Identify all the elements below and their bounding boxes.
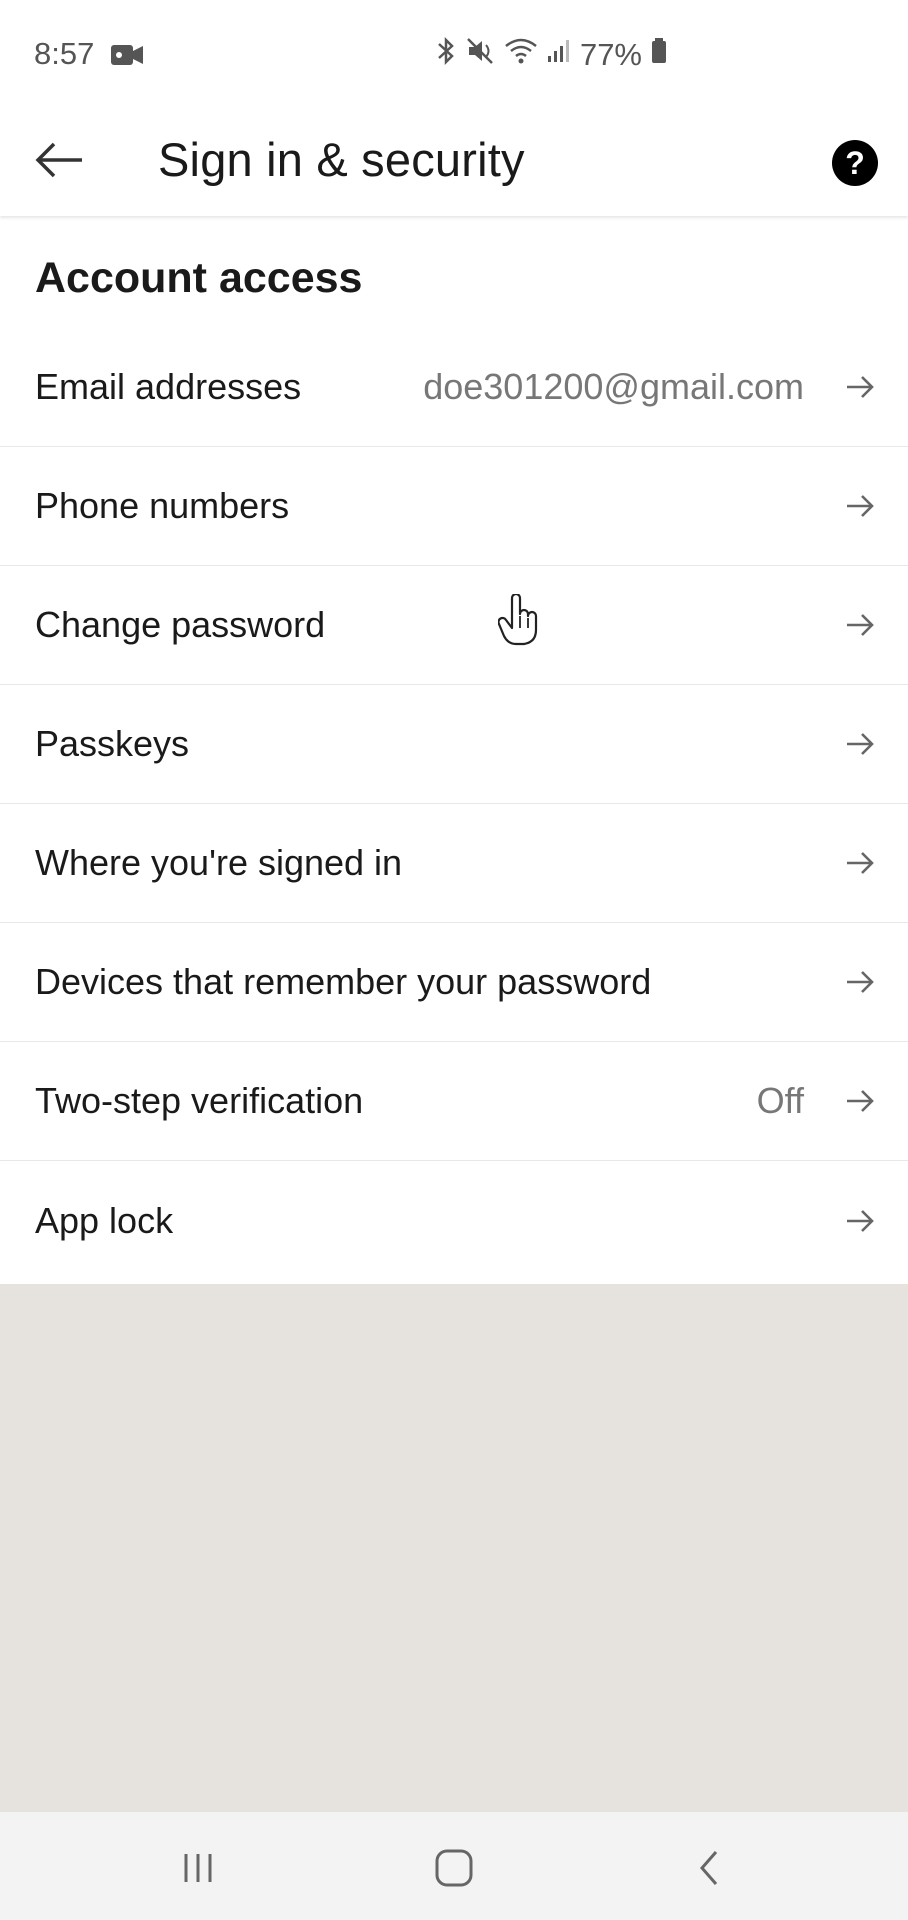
row-label: Change password	[35, 604, 326, 645]
video-record-icon	[110, 42, 144, 73]
arrow-right-icon	[847, 733, 874, 755]
arrow-right-icon	[847, 495, 874, 517]
row-app-lock[interactable]: App lock	[0, 1161, 908, 1280]
signal-icon	[546, 36, 572, 74]
status-time: 8:57	[34, 36, 95, 71]
help-icon: ?	[845, 144, 865, 181]
home-button[interactable]	[424, 1840, 484, 1896]
row-change-password[interactable]: Change password	[0, 566, 908, 685]
arrow-left-icon	[34, 140, 86, 185]
bluetooth-icon	[434, 36, 458, 74]
account-access-section: Account access Email addresses doe301200…	[0, 216, 908, 1284]
row-label: App lock	[35, 1199, 174, 1241]
row-value: Off	[756, 1080, 804, 1121]
battery-percentage: 77%	[579, 37, 642, 72]
row-passkeys[interactable]: Passkeys	[0, 685, 908, 804]
status-icons: 77%	[434, 36, 668, 74]
arrow-right-icon	[847, 614, 874, 636]
section-heading: Account access	[35, 254, 363, 302]
row-label: Email addresses	[35, 366, 302, 407]
page-title: Sign in & security	[158, 133, 525, 186]
row-where-signed-in[interactable]: Where you're signed in	[0, 804, 908, 923]
recent-apps-button[interactable]	[168, 1840, 228, 1896]
row-label: Where you're signed in	[35, 842, 403, 883]
battery-icon	[650, 36, 668, 74]
home-icon	[435, 1849, 473, 1887]
system-back-button[interactable]	[680, 1840, 740, 1896]
row-value: doe301200@gmail.com	[423, 366, 804, 407]
row-phone-numbers[interactable]: Phone numbers	[0, 447, 908, 566]
arrow-right-icon	[847, 1090, 874, 1112]
wifi-icon	[504, 36, 538, 74]
hand-cursor-icon	[497, 592, 542, 651]
back-icon	[700, 1851, 718, 1885]
back-button[interactable]	[28, 132, 92, 192]
row-two-step-verification[interactable]: Two-step verification Off	[0, 1042, 908, 1161]
row-email-addresses[interactable]: Email addresses doe301200@gmail.com	[0, 328, 908, 447]
row-label: Passkeys	[35, 723, 190, 764]
row-label: Two-step verification	[35, 1080, 364, 1121]
row-label: Phone numbers	[35, 485, 290, 526]
row-remembered-devices[interactable]: Devices that remember your password	[0, 923, 908, 1042]
recent-apps-icon	[184, 1854, 212, 1882]
system-nav-bar	[0, 1812, 908, 1920]
help-button[interactable]: ?	[832, 140, 878, 186]
app-header: Sign in & security ?	[0, 108, 908, 216]
arrow-right-icon	[847, 971, 874, 993]
arrow-right-icon	[847, 852, 874, 874]
arrow-right-icon	[847, 376, 874, 398]
status-bar: 8:57 77%	[0, 0, 908, 108]
mute-icon	[466, 36, 496, 74]
row-label: Devices that remember your password	[35, 961, 652, 1002]
arrow-right-icon	[847, 1209, 874, 1232]
